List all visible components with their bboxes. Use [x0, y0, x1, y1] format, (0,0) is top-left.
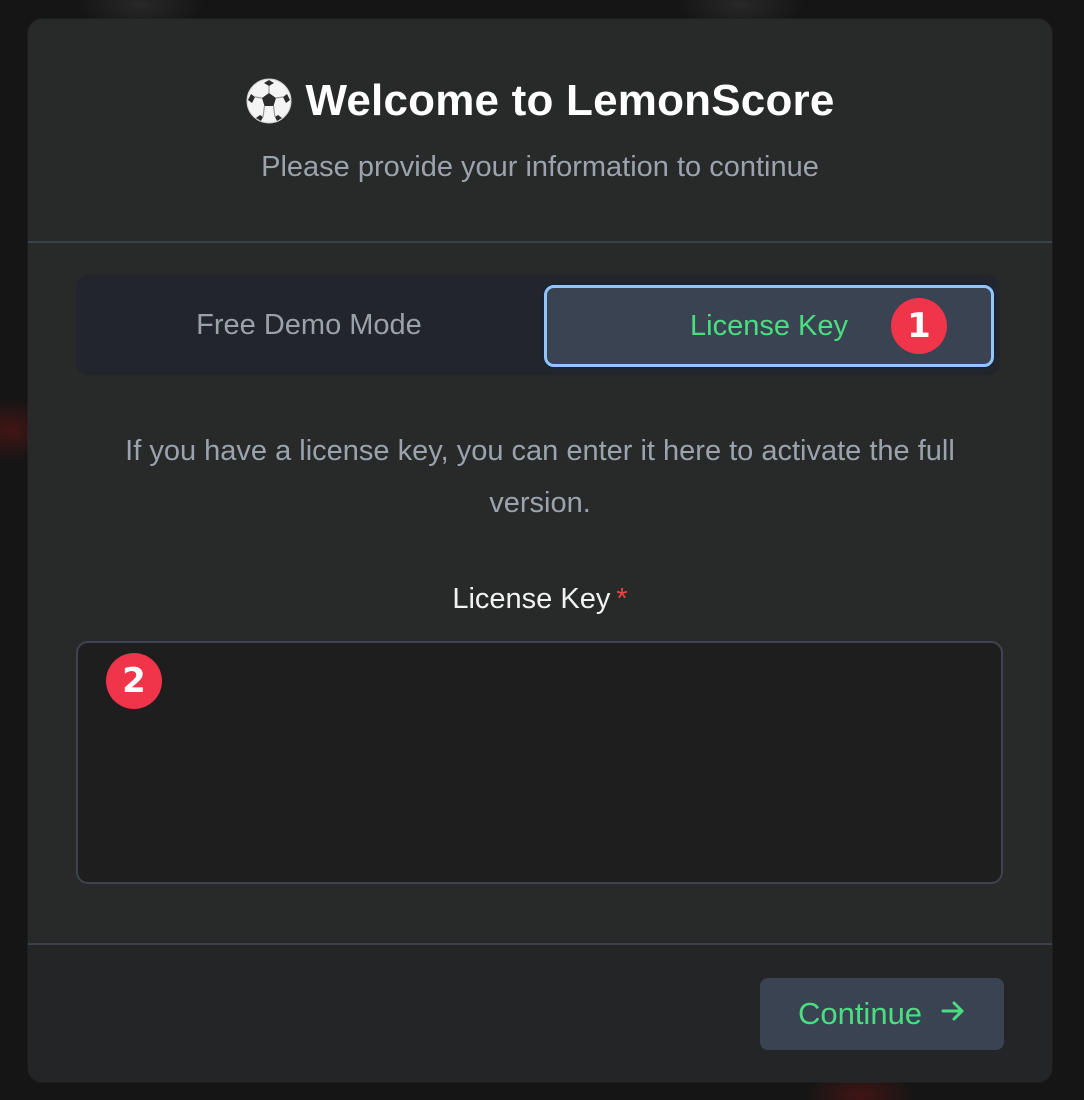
- license-description: If you have a license key, you can enter…: [125, 435, 955, 519]
- modal-footer: Continue: [28, 943, 1052, 1082]
- modal-body: Free Demo Mode License Key 1 If you have…: [28, 243, 1052, 943]
- mode-toggle: Free Demo Mode License Key 1: [76, 275, 1000, 375]
- modal-subtitle: Please provide your information to conti…: [261, 151, 819, 183]
- license-key-tab-label: License Key: [690, 309, 848, 342]
- free-demo-mode-label: Free Demo Mode: [196, 308, 422, 341]
- modal-header: Welcome to LemonScore Please provide you…: [28, 19, 1052, 243]
- arrow-right-icon: [940, 996, 966, 1032]
- continue-button[interactable]: Continue: [760, 978, 1004, 1050]
- modal-title: Welcome to LemonScore: [305, 76, 835, 125]
- license-key-tab[interactable]: License Key 1: [544, 285, 994, 367]
- welcome-modal: Welcome to LemonScore Please provide you…: [28, 19, 1052, 1082]
- annotation-badge-2: 2: [106, 653, 162, 709]
- annotation-badge-1: 1: [891, 298, 947, 354]
- free-demo-mode-tab[interactable]: Free Demo Mode: [76, 275, 542, 375]
- license-key-input[interactable]: [76, 641, 1003, 884]
- title-row: Welcome to LemonScore: [28, 19, 1052, 127]
- required-marker: *: [616, 583, 628, 615]
- soccer-ball-icon: [245, 77, 293, 125]
- license-key-field-label: License Key *: [28, 579, 1052, 619]
- license-key-label-text: License Key: [452, 583, 611, 615]
- continue-button-label: Continue: [797, 996, 923, 1031]
